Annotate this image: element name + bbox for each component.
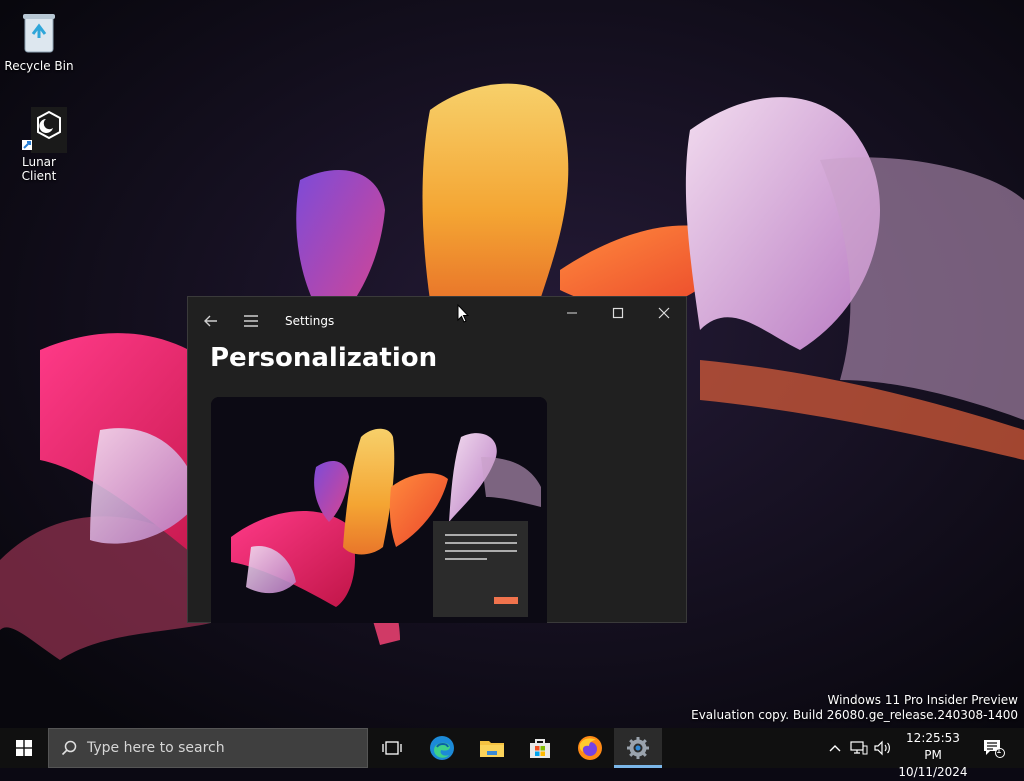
navigation-menu-button[interactable]: [233, 305, 269, 337]
edge-icon: [430, 736, 454, 760]
network-button[interactable]: [848, 728, 870, 768]
clock-date: 10/11/2024: [898, 765, 968, 779]
title-bar[interactable]: Settings: [188, 297, 686, 345]
hamburger-icon: [244, 315, 258, 327]
minimize-button[interactable]: [549, 297, 595, 329]
search-icon: [61, 740, 77, 756]
microsoft-store-icon: [530, 739, 550, 758]
chevron-up-icon: [829, 745, 841, 752]
taskbar-app-file-explorer[interactable]: [468, 728, 516, 768]
taskbar-app-settings[interactable]: [614, 728, 662, 768]
mouse-cursor-icon: [457, 304, 469, 323]
speaker-icon: [874, 740, 890, 756]
clock-time: 12:25:53 PM: [906, 731, 960, 762]
watermark-line1: Windows 11 Pro Insider Preview: [827, 693, 1018, 707]
back-button[interactable]: [193, 305, 229, 337]
show-hidden-icons-button[interactable]: [824, 728, 846, 768]
minimize-icon: [567, 312, 577, 314]
maximize-icon: [612, 307, 624, 319]
taskbar-app-microsoft-store[interactable]: [516, 728, 564, 768]
network-icon: [850, 741, 868, 755]
page-title: Personalization: [210, 343, 438, 373]
taskbar-clock[interactable]: 12:25:53 PM 10/11/2024: [896, 730, 970, 781]
windows-watermark: Windows 11 Pro Insider Preview Evaluatio…: [691, 693, 1018, 723]
taskbar-app-edge[interactable]: [418, 728, 466, 768]
app-title: Settings: [285, 314, 335, 328]
task-view-icon: [382, 741, 402, 755]
notification-center-button[interactable]: 1: [976, 728, 1012, 768]
windows-start-icon: [16, 740, 32, 756]
settings-window[interactable]: Settings Personalization: [187, 296, 687, 623]
firefox-icon: [578, 736, 602, 760]
search-placeholder: Type here to search: [87, 740, 225, 756]
start-button[interactable]: [0, 728, 48, 768]
back-arrow-icon: [204, 315, 217, 327]
close-icon: [658, 307, 670, 319]
desktop-icon-lunar-client[interactable]: Lunar Client: [3, 106, 75, 183]
notification-count-badge: 1: [996, 746, 1002, 756]
volume-button[interactable]: [872, 728, 894, 768]
task-view-button[interactable]: [368, 728, 416, 768]
desktop-icon-recycle-bin[interactable]: Recycle Bin: [3, 10, 75, 73]
taskbar: Type here to search 12:25:53 PM 10/11/20…: [0, 728, 1024, 779]
watermark-line2: Evaluation copy. Build 26080.ge_release.…: [691, 708, 1018, 722]
preview-wallpaper: [211, 397, 547, 623]
lunar-client-icon: [19, 106, 67, 153]
taskbar-app-firefox[interactable]: [566, 728, 614, 768]
desktop-icon-label: Recycle Bin: [4, 59, 74, 73]
recycle-bin-icon: [19, 10, 59, 56]
file-explorer-icon: [480, 741, 504, 757]
desktop-icon-label: Lunar Client: [21, 155, 57, 183]
maximize-button[interactable]: [595, 297, 641, 329]
theme-preview-image: [211, 397, 547, 623]
taskbar-search-box[interactable]: Type here to search: [48, 728, 368, 768]
close-button[interactable]: [641, 297, 687, 329]
settings-gear-icon: [627, 737, 649, 759]
